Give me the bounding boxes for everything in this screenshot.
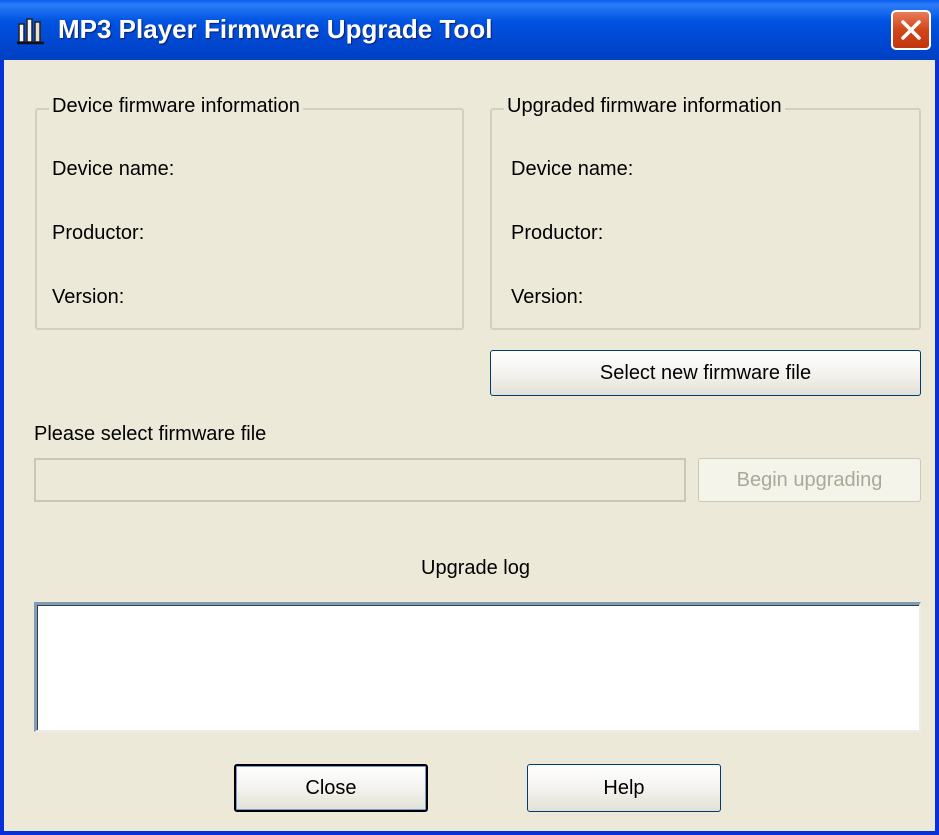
title-bar[interactable]: MP3 Player Firmware Upgrade Tool — [0, 0, 939, 60]
window-title: MP3 Player Firmware Upgrade Tool — [58, 14, 493, 44]
firmware-path-field[interactable] — [34, 458, 686, 502]
upgraded-productor-label: Productor: — [511, 222, 604, 244]
player-app-icon — [16, 16, 46, 46]
close-icon — [901, 20, 921, 40]
upgraded-device-name-label: Device name: — [511, 158, 634, 180]
close-button[interactable]: Close — [234, 764, 428, 812]
app-window: MP3 Player Firmware Upgrade Tool Device … — [0, 0, 939, 835]
upgraded-firmware-group-label: Upgraded firmware information — [504, 95, 785, 118]
device-firmware-group: Device firmware information Device name:… — [35, 95, 464, 330]
device-name-label: Device name: — [52, 158, 175, 180]
upgraded-firmware-group: Upgraded firmware information Device nam… — [490, 95, 921, 330]
begin-upgrading-button[interactable]: Begin upgrading — [698, 458, 921, 502]
upgrade-log-label: Upgrade log — [421, 557, 530, 579]
file-prompt-label: Please select firmware file — [34, 423, 267, 445]
close-window-button[interactable] — [891, 10, 931, 50]
select-firmware-file-button[interactable]: Select new firmware file — [490, 350, 921, 396]
upgraded-version-label: Version: — [511, 286, 584, 308]
productor-label: Productor: — [52, 222, 145, 244]
version-label: Version: — [52, 286, 125, 308]
device-firmware-group-label: Device firmware information — [49, 95, 303, 118]
upgrade-log-box[interactable] — [34, 602, 921, 732]
help-button[interactable]: Help — [527, 764, 721, 812]
